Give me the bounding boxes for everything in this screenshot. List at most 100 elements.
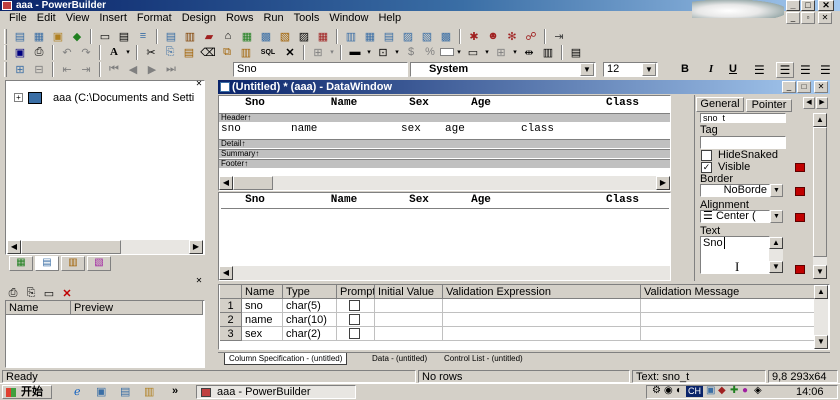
undo-icon[interactable]: ↶ (58, 44, 76, 61)
name-field[interactable]: sno_t (700, 113, 786, 123)
colspec-cell-prompt[interactable] (337, 299, 375, 313)
percent-icon[interactable]: % (421, 44, 439, 61)
scroll-up-icon[interactable]: ▲ (814, 285, 828, 299)
colspec-cell-validmsg[interactable] (641, 313, 828, 327)
mdi-restore-button[interactable]: ▫ (801, 12, 815, 24)
border-icon[interactable]: ▭ (464, 44, 482, 61)
tab-control-list[interactable]: Control List - (untitled) (440, 353, 527, 365)
tab-order-icon[interactable]: ⇹ (520, 44, 538, 61)
paste-icon[interactable]: ▤ (180, 44, 198, 61)
hidesnaked-checkbox[interactable] (701, 150, 712, 161)
preview-view-icon[interactable]: ▭ (41, 286, 57, 300)
colspec-cell-validexpr[interactable] (443, 313, 641, 327)
scroll-up-icon[interactable]: ▲ (813, 113, 827, 127)
header-label-age[interactable]: Age (443, 96, 519, 110)
text-expression-icon[interactable] (795, 265, 805, 274)
alignment-dropdown-icon[interactable]: ▼ (770, 210, 783, 223)
header-label-name[interactable]: Name (291, 96, 397, 110)
scroll-left-icon[interactable]: ◀ (7, 240, 21, 254)
menu-help[interactable]: Help (373, 11, 406, 26)
visible-checkbox[interactable]: ✓ (701, 162, 712, 173)
colspec-cell-prompt[interactable] (337, 313, 375, 327)
tag-field[interactable] (700, 136, 786, 149)
dw-close-button[interactable]: ✕ (814, 81, 828, 93)
colspec-cell-validexpr[interactable] (443, 299, 641, 313)
border-expression-icon[interactable] (795, 187, 805, 196)
scroll-down-icon[interactable]: ▼ (814, 335, 828, 349)
last-icon[interactable]: ⏭ (162, 61, 180, 78)
tab-objects-icon[interactable]: ▥ (61, 256, 85, 271)
redo-icon[interactable]: ↷ (77, 44, 95, 61)
colspec-cell-initial[interactable] (375, 313, 443, 327)
computed-field-icon[interactable]: ⊡ (374, 44, 392, 61)
size-dropdown-icon[interactable]: ▼ (642, 63, 656, 76)
dropdown-arrow-icon[interactable]: ▾ (124, 44, 132, 61)
colspec-header-type[interactable]: Type (283, 285, 337, 299)
copy-icon[interactable]: ⎘ (161, 44, 179, 61)
scroll-left-icon[interactable]: ◀ (219, 176, 233, 190)
menu-design[interactable]: Design (177, 11, 221, 26)
text-field-scrollbar[interactable]: ▲ ▼ (769, 237, 783, 273)
close-button[interactable]: ✕ (818, 0, 834, 11)
preview-col-name[interactable]: Name (6, 301, 71, 315)
next-icon[interactable]: ▶ (143, 61, 161, 78)
preview-delete-icon[interactable]: ✕ (59, 286, 75, 300)
paste-special-icon[interactable]: ▥ (237, 44, 255, 61)
colspec-cell-type[interactable]: char(5) (283, 299, 337, 313)
prompt-checkbox[interactable] (349, 300, 360, 311)
detail-col-age[interactable]: age (445, 123, 465, 135)
colspec-cell-type[interactable]: char(10) (283, 313, 337, 327)
layout-icon[interactable]: ▤ (567, 44, 585, 61)
italic-button[interactable]: I (704, 63, 718, 75)
clear-icon[interactable]: ⌫ (199, 44, 217, 61)
quicklaunch-ie-icon[interactable]: ℯ (74, 385, 81, 398)
tab-scroll-right-icon[interactable]: ▶ (816, 97, 828, 109)
band-footer[interactable]: Footer↑ (219, 159, 670, 168)
quicklaunch-chevron[interactable]: » (172, 385, 178, 397)
scroll-thumb[interactable] (233, 176, 273, 190)
move-right-icon[interactable]: ⇥ (77, 61, 95, 78)
maximize-button[interactable]: □ (801, 0, 815, 11)
menu-format[interactable]: Format (132, 11, 177, 26)
save-icon[interactable]: ▣ (11, 44, 29, 61)
colspec-header-validmsg[interactable]: Validation Message (641, 285, 828, 299)
alignment-expression-icon[interactable] (795, 213, 805, 222)
dropdown-arrow-icon[interactable]: ▾ (455, 44, 463, 61)
colspec-cell-name[interactable]: sno (242, 299, 283, 313)
colspec-cell-name[interactable]: sex (242, 327, 283, 341)
font-dropdown-icon[interactable]: ▼ (580, 63, 594, 76)
menu-insert[interactable]: Insert (94, 11, 132, 26)
detail-col-class[interactable]: class (521, 123, 554, 135)
cut-icon[interactable]: ✂ (142, 44, 160, 61)
scroll-left-icon[interactable]: ◀ (219, 266, 233, 280)
underline-button[interactable]: U (726, 63, 740, 75)
border-dropdown-icon[interactable]: ▼ (770, 184, 783, 197)
mdi-close-button[interactable]: ✕ (818, 12, 832, 24)
band-header[interactable]: Header↑ (219, 113, 670, 122)
scroll-right-icon[interactable]: ▶ (656, 176, 670, 190)
tree-expand-icon[interactable]: + (14, 93, 23, 102)
colspec-header-name[interactable]: Name (242, 285, 283, 299)
sql-icon[interactable]: SQL (256, 44, 280, 61)
colspec-cell-initial[interactable] (375, 327, 443, 341)
header-label-class[interactable]: Class (519, 96, 669, 110)
preview-col-preview[interactable]: Preview (71, 301, 203, 315)
scroll-down-icon[interactable]: ▼ (813, 265, 827, 279)
move-left-icon[interactable]: ⇤ (58, 61, 76, 78)
dropdown-arrow-icon[interactable]: ▾ (393, 44, 401, 61)
colspec-cell-name[interactable]: name (242, 313, 283, 327)
prompt-checkbox[interactable] (349, 314, 360, 325)
delete-icon[interactable]: ✕ (281, 44, 299, 61)
columns-icon[interactable]: ▥ (539, 44, 557, 61)
space-icon[interactable]: ⊞ (492, 44, 510, 61)
tab-data[interactable]: Data - (untitled) (368, 353, 431, 365)
menu-run[interactable]: Run (258, 11, 288, 26)
colspec-vscrollbar[interactable]: ▲ ▼ (814, 285, 828, 349)
start-button[interactable]: 开始 (2, 385, 52, 399)
menu-window[interactable]: Window (324, 11, 373, 26)
print-icon[interactable]: ⎙ (30, 44, 48, 61)
border-select[interactable]: NoBorde (700, 184, 770, 197)
prev-icon[interactable]: ◀ (124, 61, 142, 78)
preview-copy-icon[interactable]: ⎘ (23, 286, 39, 300)
colspec-cell-validexpr[interactable] (443, 327, 641, 341)
